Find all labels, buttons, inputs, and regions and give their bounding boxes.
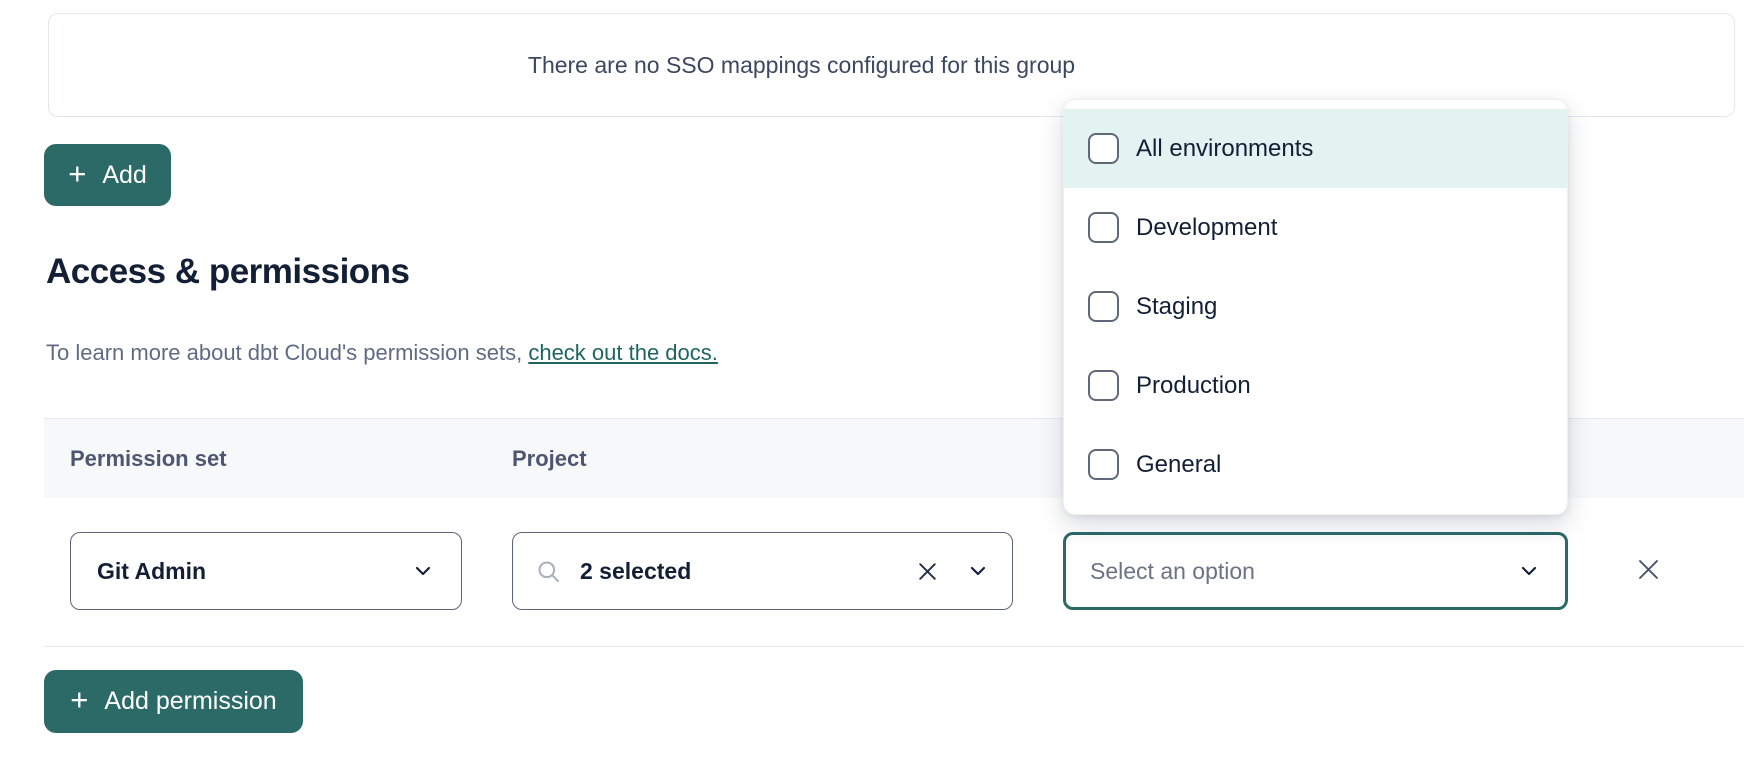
chevron-down-icon (411, 559, 435, 583)
x-icon (1635, 556, 1662, 583)
environment-placeholder: Select an option (1090, 558, 1255, 585)
dropdown-option-general[interactable]: General (1064, 425, 1567, 504)
checkbox[interactable] (1088, 370, 1119, 401)
remove-row-button[interactable] (1624, 545, 1672, 593)
checkbox[interactable] (1088, 449, 1119, 480)
chevron-down-icon (1517, 559, 1541, 583)
permission-row: Git Admin 2 selected Select an option (44, 498, 1744, 647)
add-permission-button[interactable]: + Add permission (44, 670, 303, 733)
section-description: To learn more about dbt Cloud's permissi… (46, 340, 718, 366)
option-label: Development (1136, 214, 1277, 242)
permission-set-select[interactable]: Git Admin (70, 532, 462, 610)
permission-set-value: Git Admin (97, 558, 206, 585)
clear-selection-x-icon[interactable] (915, 559, 940, 584)
dropdown-option-all-environments[interactable]: All environments (1064, 109, 1567, 188)
dropdown-option-production[interactable]: Production (1064, 346, 1567, 425)
option-label: General (1136, 451, 1221, 479)
group-settings-page: There are no SSO mappings configured for… (0, 0, 1744, 772)
add-permission-label: Add permission (104, 687, 276, 716)
dropdown-option-staging[interactable]: Staging (1064, 267, 1567, 346)
environment-dropdown: All environments Development Staging Produc… (1063, 99, 1568, 515)
option-label: All environments (1136, 135, 1313, 163)
environment-select[interactable]: Select an option (1063, 532, 1568, 610)
plus-icon: + (68, 158, 86, 189)
checkbox[interactable] (1088, 133, 1119, 164)
option-label: Staging (1136, 293, 1217, 321)
add-sso-mapping-button[interactable]: + Add (44, 144, 171, 206)
environment-option-list: All environments Development Staging Produc… (1064, 109, 1567, 504)
dropdown-option-development[interactable]: Development (1064, 188, 1567, 267)
project-selected-count: 2 selected (580, 558, 691, 585)
description-text: To learn more about dbt Cloud's permissi… (46, 340, 528, 365)
add-button-label: Add (102, 161, 146, 190)
checkbox[interactable] (1088, 212, 1119, 243)
checkbox[interactable] (1088, 291, 1119, 322)
project-multiselect[interactable]: 2 selected (512, 532, 1013, 610)
chevron-down-icon (966, 559, 990, 583)
column-header-project: Project (512, 446, 587, 472)
sso-empty-message: There are no SSO mappings configured for… (528, 52, 1075, 79)
plus-icon: + (70, 684, 88, 715)
column-header-permission-set: Permission set (70, 446, 227, 472)
page-title: Access & permissions (46, 252, 410, 292)
option-label: Production (1136, 372, 1251, 400)
search-icon (535, 558, 562, 585)
docs-link[interactable]: check out the docs. (528, 340, 718, 365)
